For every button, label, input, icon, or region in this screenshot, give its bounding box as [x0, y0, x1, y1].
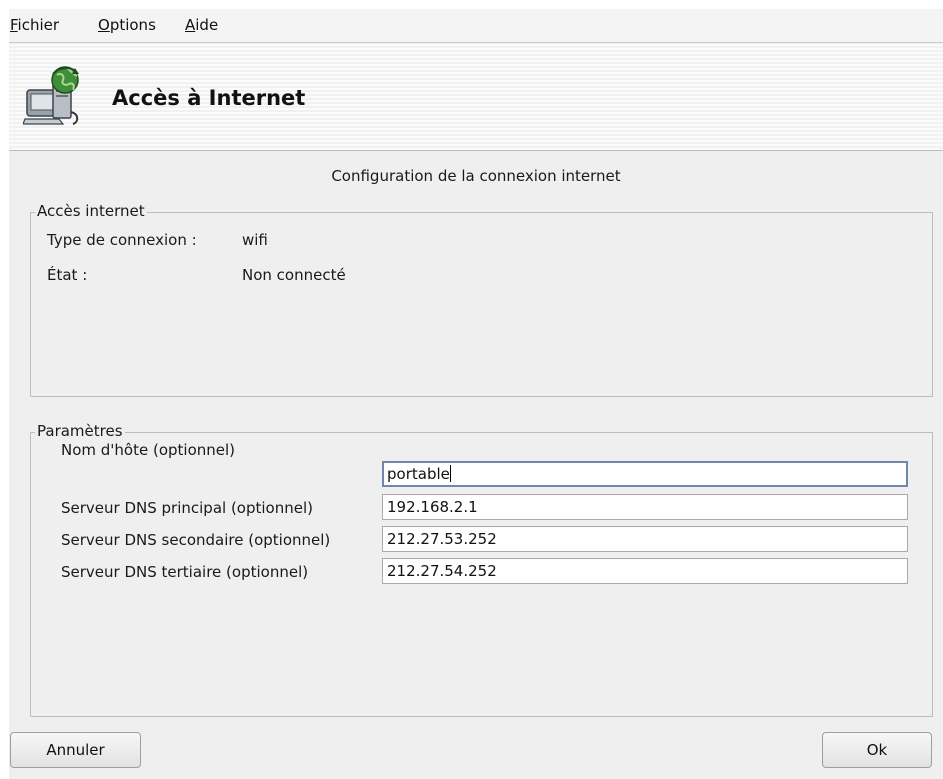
connection-type-value: wifi [242, 231, 268, 249]
menu-options[interactable]: Options [98, 16, 156, 34]
menu-fichier-label: ichier [17, 16, 60, 34]
ok-button[interactable]: Ok [822, 732, 932, 768]
menu-options-mnemonic: O [98, 16, 110, 34]
text-caret [449, 465, 451, 482]
dns-secondary-label: Serveur DNS secondaire (optionnel) [61, 531, 331, 549]
header-banner: Accès à Internet [9, 44, 943, 151]
menu-fichier[interactable]: Fichier [10, 16, 59, 34]
section-subtitle: Configuration de la connexion internet [331, 167, 621, 185]
state-label: État : [47, 266, 88, 284]
dns-tertiary-input[interactable]: 212.27.54.252 [382, 558, 908, 584]
page-title: Accès à Internet [112, 86, 306, 110]
hostname-input[interactable]: portable [382, 461, 908, 487]
menu-aide-mnemonic: A [185, 16, 196, 34]
state-value: Non connecté [242, 266, 346, 284]
menubar: Fichier Options Aide [9, 9, 943, 43]
hostname-label: Nom d'hôte (optionnel) [61, 441, 236, 459]
dns-secondary-input[interactable]: 212.27.53.252 [382, 526, 908, 552]
menu-aide[interactable]: Aide [185, 16, 218, 34]
app-window: Fichier Options Aide Accès à Internet Co [9, 9, 943, 779]
dns-tertiary-label: Serveur DNS tertiaire (optionnel) [61, 563, 309, 581]
hostname-input-value: portable [387, 465, 450, 483]
network-computer-globe-icon [23, 66, 79, 125]
dns-primary-label: Serveur DNS principal (optionnel) [61, 499, 313, 517]
menu-options-label: ptions [109, 16, 156, 34]
params-group-label: Paramètres [35, 422, 125, 440]
cancel-button[interactable]: Annuler [10, 732, 141, 768]
dns-primary-input[interactable]: 192.168.2.1 [382, 494, 908, 520]
menu-fichier-mnemonic: F [10, 16, 18, 34]
connection-type-label: Type de connexion : [47, 231, 197, 249]
menu-aide-label: ide [195, 16, 219, 34]
access-group-label: Accès internet [35, 202, 147, 220]
